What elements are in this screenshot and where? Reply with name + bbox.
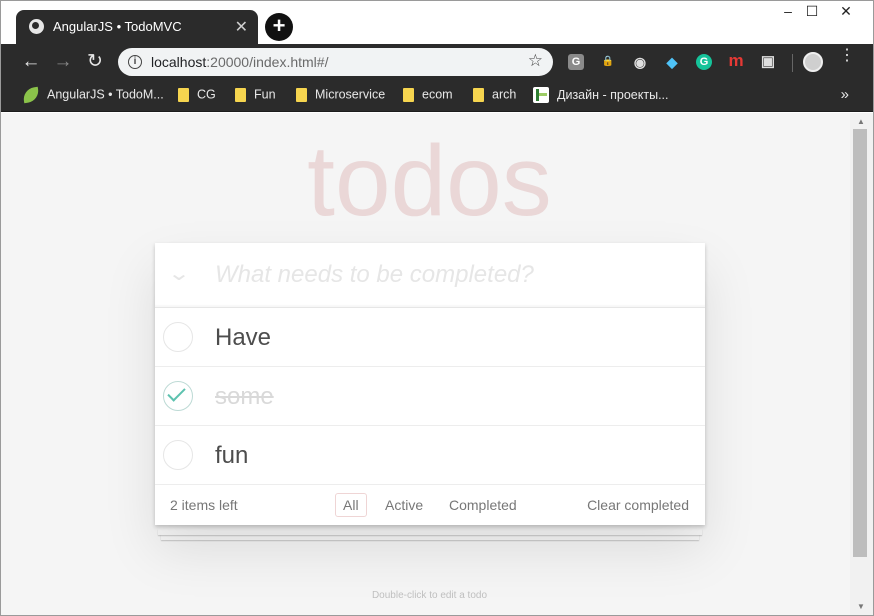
- profile-avatar[interactable]: [803, 52, 823, 72]
- bookmarks-overflow-icon[interactable]: »: [841, 86, 849, 103]
- bookmark-folder-arch[interactable]: arch: [473, 87, 516, 105]
- diamond-icon[interactable]: ◆: [664, 54, 680, 70]
- todo-toggle-checkbox[interactable]: [163, 381, 193, 411]
- globe-icon: [29, 19, 44, 34]
- title-bar: AngularJS • TodoMVC ✕ + – ☐ ✕: [1, 1, 873, 44]
- clear-completed-button[interactable]: Clear completed: [587, 497, 689, 513]
- url-host: localhost: [151, 54, 207, 70]
- folder-icon: [296, 87, 307, 102]
- folder-icon: [473, 87, 484, 102]
- stack-shadow: [158, 529, 702, 535]
- scroll-down-icon[interactable]: ▼: [857, 602, 865, 611]
- bookmark-folder-cg[interactable]: CG: [178, 87, 216, 105]
- browser-tab[interactable]: AngularJS • TodoMVC ✕: [16, 10, 258, 44]
- bookmark-label: Microservice: [315, 87, 386, 102]
- todo-label[interactable]: Have: [215, 324, 271, 352]
- browser-menu-icon[interactable]: ⋮: [839, 48, 855, 64]
- tab-title: AngularJS • TodoMVC: [53, 19, 182, 34]
- bookmark-star-icon[interactable]: ☆: [528, 51, 543, 71]
- scroll-up-icon[interactable]: ▲: [857, 117, 865, 126]
- lock-icon[interactable]: 🔒: [600, 54, 616, 70]
- new-tab-button[interactable]: +: [265, 13, 293, 41]
- new-todo-row: ⌄ What needs to be completed?: [155, 243, 705, 308]
- close-tab-icon[interactable]: ✕: [235, 17, 248, 37]
- forward-button[interactable]: →: [50, 49, 76, 75]
- browser-toolbar: ← → ↻ i localhost:20000/index.html#/ ☆ G…: [1, 44, 873, 80]
- checkmark-icon: [167, 383, 186, 402]
- bookmark-folder-ecom[interactable]: ecom: [403, 87, 453, 105]
- todo-item[interactable]: fun: [155, 426, 705, 485]
- info-text: Double-click to edit a todo: [371, 590, 488, 601]
- vertical-scrollbar[interactable]: ▲ ▼: [850, 113, 873, 615]
- url-text[interactable]: localhost:20000/index.html#/: [151, 54, 328, 70]
- maximize-button[interactable]: ☐: [797, 3, 827, 20]
- screenshot-icon[interactable]: ▣: [760, 54, 776, 70]
- bookmark-design-projects[interactable]: Дизайн - проекты...: [533, 87, 669, 105]
- items-left-count: 2 items left: [170, 497, 238, 513]
- scrollbar-thumb[interactable]: [853, 129, 867, 557]
- circle-icon[interactable]: ◉: [632, 54, 648, 70]
- g-square-icon[interactable]: G: [568, 54, 584, 70]
- bookmark-label: AngularJS • TodoM...: [47, 87, 164, 102]
- filter-active[interactable]: Active: [377, 493, 431, 517]
- bookmark-label: arch: [492, 87, 517, 102]
- leaf-icon: [21, 86, 41, 103]
- browser-window: AngularJS • TodoMVC ✕ + – ☐ ✕ ← → ↻ i lo…: [0, 0, 874, 616]
- reload-button[interactable]: ↻: [82, 49, 108, 75]
- toolbar-divider: [792, 54, 793, 72]
- m-icon[interactable]: m: [728, 52, 744, 70]
- bookmark-label: Fun: [254, 87, 276, 102]
- new-todo-input[interactable]: What needs to be completed?: [215, 261, 534, 289]
- address-bar[interactable]: i localhost:20000/index.html#/ ☆: [118, 48, 553, 76]
- folder-icon: [235, 87, 246, 102]
- bookmark-label: ecom: [422, 87, 453, 102]
- url-path: :20000/index.html#/: [206, 54, 329, 70]
- close-window-button[interactable]: ✕: [831, 3, 861, 20]
- app-title: todos: [307, 125, 552, 237]
- folder-icon: [403, 87, 414, 102]
- todo-toggle-checkbox[interactable]: [163, 440, 193, 470]
- folder-icon: [178, 87, 189, 102]
- todo-item[interactable]: some: [155, 367, 705, 426]
- bookmark-folder-microservice[interactable]: Microservice: [296, 87, 385, 105]
- bookmark-angularjs[interactable]: AngularJS • TodoM...: [21, 86, 164, 105]
- todo-app: ⌄ What needs to be completed? Have some …: [155, 243, 705, 525]
- bookmark-label: Дизайн - проекты...: [557, 88, 669, 102]
- filter-completed[interactable]: Completed: [441, 493, 525, 517]
- grammarly-icon[interactable]: G: [696, 54, 712, 70]
- toggle-all-chevron-icon[interactable]: ⌄: [164, 263, 195, 285]
- bookmark-label: CG: [197, 87, 216, 102]
- bookmark-folder-fun[interactable]: Fun: [235, 87, 276, 105]
- todo-label[interactable]: some: [215, 383, 274, 411]
- todo-item[interactable]: Have: [155, 308, 705, 367]
- todo-footer: 2 items left All Active Completed Clear …: [155, 485, 705, 525]
- site-info-icon[interactable]: i: [128, 55, 142, 69]
- page-viewport: todos ⌄ What needs to be completed? Have…: [1, 113, 850, 615]
- todo-toggle-checkbox[interactable]: [163, 322, 193, 352]
- todo-label[interactable]: fun: [215, 442, 248, 470]
- back-button[interactable]: ←: [18, 49, 44, 75]
- design-icon: [533, 87, 549, 103]
- filter-all[interactable]: All: [335, 493, 367, 517]
- bookmarks-bar: AngularJS • TodoM... CG Fun Microservice…: [1, 80, 873, 112]
